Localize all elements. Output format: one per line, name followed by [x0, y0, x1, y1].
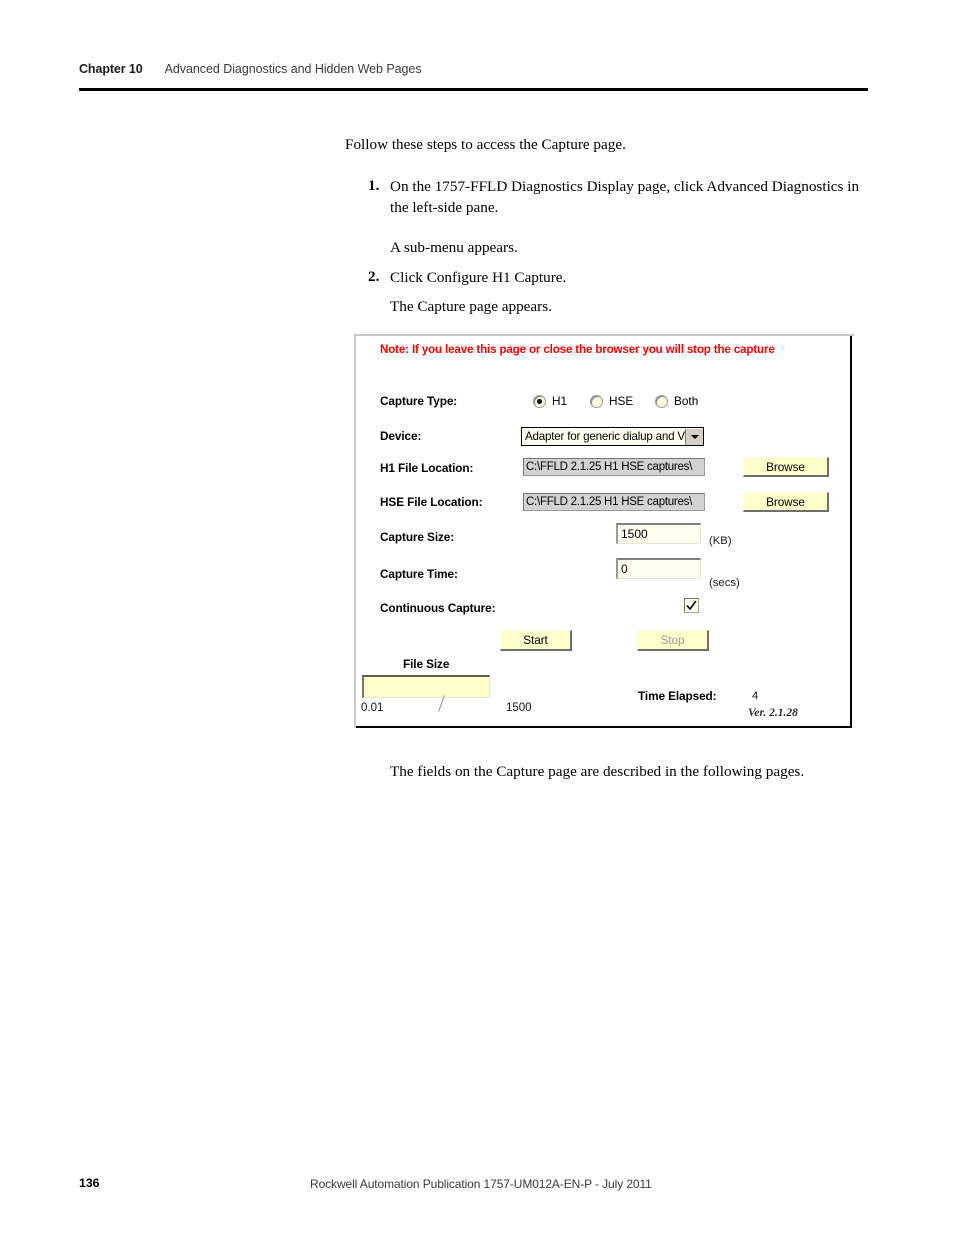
hse-browse-button[interactable]: Browse: [743, 492, 829, 512]
capture-size-unit: (KB): [709, 535, 732, 547]
file-size-label: File Size: [403, 657, 450, 671]
time-elapsed-label: Time Elapsed:: [638, 689, 717, 703]
radio-dot-icon[interactable]: [655, 394, 668, 408]
list-item: 1. On the 1757-FFLD Diagnostics Display …: [368, 177, 868, 218]
warning-note: Note: If you leave this page or close th…: [380, 343, 775, 356]
hse-file-location-input[interactable]: C:\FFLD 2.1.25 H1 HSE captures\: [523, 493, 705, 511]
footer-publication: Rockwell Automation Publication 1757-UM0…: [310, 1177, 652, 1191]
hse-file-location-label: HSE File Location:: [380, 495, 483, 509]
h1-file-location-label: H1 File Location:: [380, 461, 474, 475]
step-number: 2.: [368, 267, 380, 285]
version-text: Ver. 2.1.28: [748, 707, 798, 719]
device-select[interactable]: Adapter for generic dialup and V: [521, 427, 704, 446]
hse-file-location-value: C:\FFLD 2.1.25 H1 HSE captures\: [526, 496, 693, 508]
radio-dot-icon[interactable]: [533, 394, 546, 408]
step-number: 1.: [368, 177, 380, 194]
radio-dot-icon[interactable]: [590, 394, 603, 408]
radio-hse-label: HSE: [609, 394, 634, 408]
progress-min-label: 0.01: [361, 702, 384, 714]
h1-file-location-input[interactable]: C:\FFLD 2.1.25 H1 HSE captures\: [523, 458, 705, 476]
continuous-capture-checkbox[interactable]: [684, 598, 699, 613]
time-elapsed-value: 4: [752, 690, 759, 702]
capture-page-screenshot: Note: If you leave this page or close th…: [354, 334, 854, 730]
step-text: Click Configure H1 Capture.: [390, 268, 567, 286]
chapter-title: Advanced Diagnostics and Hidden Web Page…: [164, 62, 422, 76]
checkmark-icon: [686, 600, 697, 611]
chapter-label: Chapter 10: [79, 62, 143, 76]
footer-page-number: 136: [79, 1176, 100, 1190]
list-item: 2. Click Configure H1 Capture.: [368, 268, 868, 289]
radio-hse[interactable]: HSE: [590, 394, 633, 408]
continuous-capture-label: Continuous Capture:: [380, 601, 496, 615]
chevron-down-icon[interactable]: [685, 428, 703, 445]
file-size-progress-bar: [362, 675, 490, 698]
device-select-value: Adapter for generic dialup and V: [525, 430, 685, 443]
radio-both[interactable]: Both: [655, 394, 698, 408]
capture-size-value: 1500: [621, 527, 648, 541]
step-text: On the 1757-FFLD Diagnostics Display pag…: [390, 178, 860, 216]
capture-time-label: Capture Time:: [380, 567, 458, 581]
radio-both-label: Both: [674, 394, 699, 408]
capture-type-label: Capture Type:: [380, 394, 458, 408]
step-followup: The Capture page appears.: [390, 298, 552, 315]
h1-file-location-value: C:\FFLD 2.1.25 H1 HSE captures\: [526, 461, 693, 473]
stop-button: Stop: [637, 630, 709, 651]
capture-panel: Note: If you leave this page or close th…: [356, 336, 852, 728]
radio-h1-label: H1: [552, 394, 568, 408]
device-label: Device:: [380, 429, 422, 443]
steps-list: 1. On the 1757-FFLD Diagnostics Display …: [368, 177, 868, 318]
capture-time-unit: (secs): [709, 577, 740, 589]
capture-time-input[interactable]: 0: [616, 558, 701, 579]
step-followup: A sub-menu appears.: [390, 239, 518, 256]
closing-paragraph: The fields on the Capture page are descr…: [390, 763, 805, 780]
intro-paragraph: Follow these steps to access the Capture…: [345, 136, 626, 153]
capture-size-label: Capture Size:: [380, 530, 455, 544]
page-header: Chapter 10 Advanced Diagnostics and Hidd…: [79, 62, 868, 76]
progress-max-label: 1500: [506, 702, 532, 714]
capture-time-value: 0: [621, 562, 628, 576]
radio-h1[interactable]: H1: [533, 394, 567, 408]
start-button[interactable]: Start: [500, 630, 572, 651]
header-divider: [79, 88, 868, 91]
capture-size-input[interactable]: 1500: [616, 523, 701, 544]
h1-browse-button[interactable]: Browse: [743, 457, 829, 477]
